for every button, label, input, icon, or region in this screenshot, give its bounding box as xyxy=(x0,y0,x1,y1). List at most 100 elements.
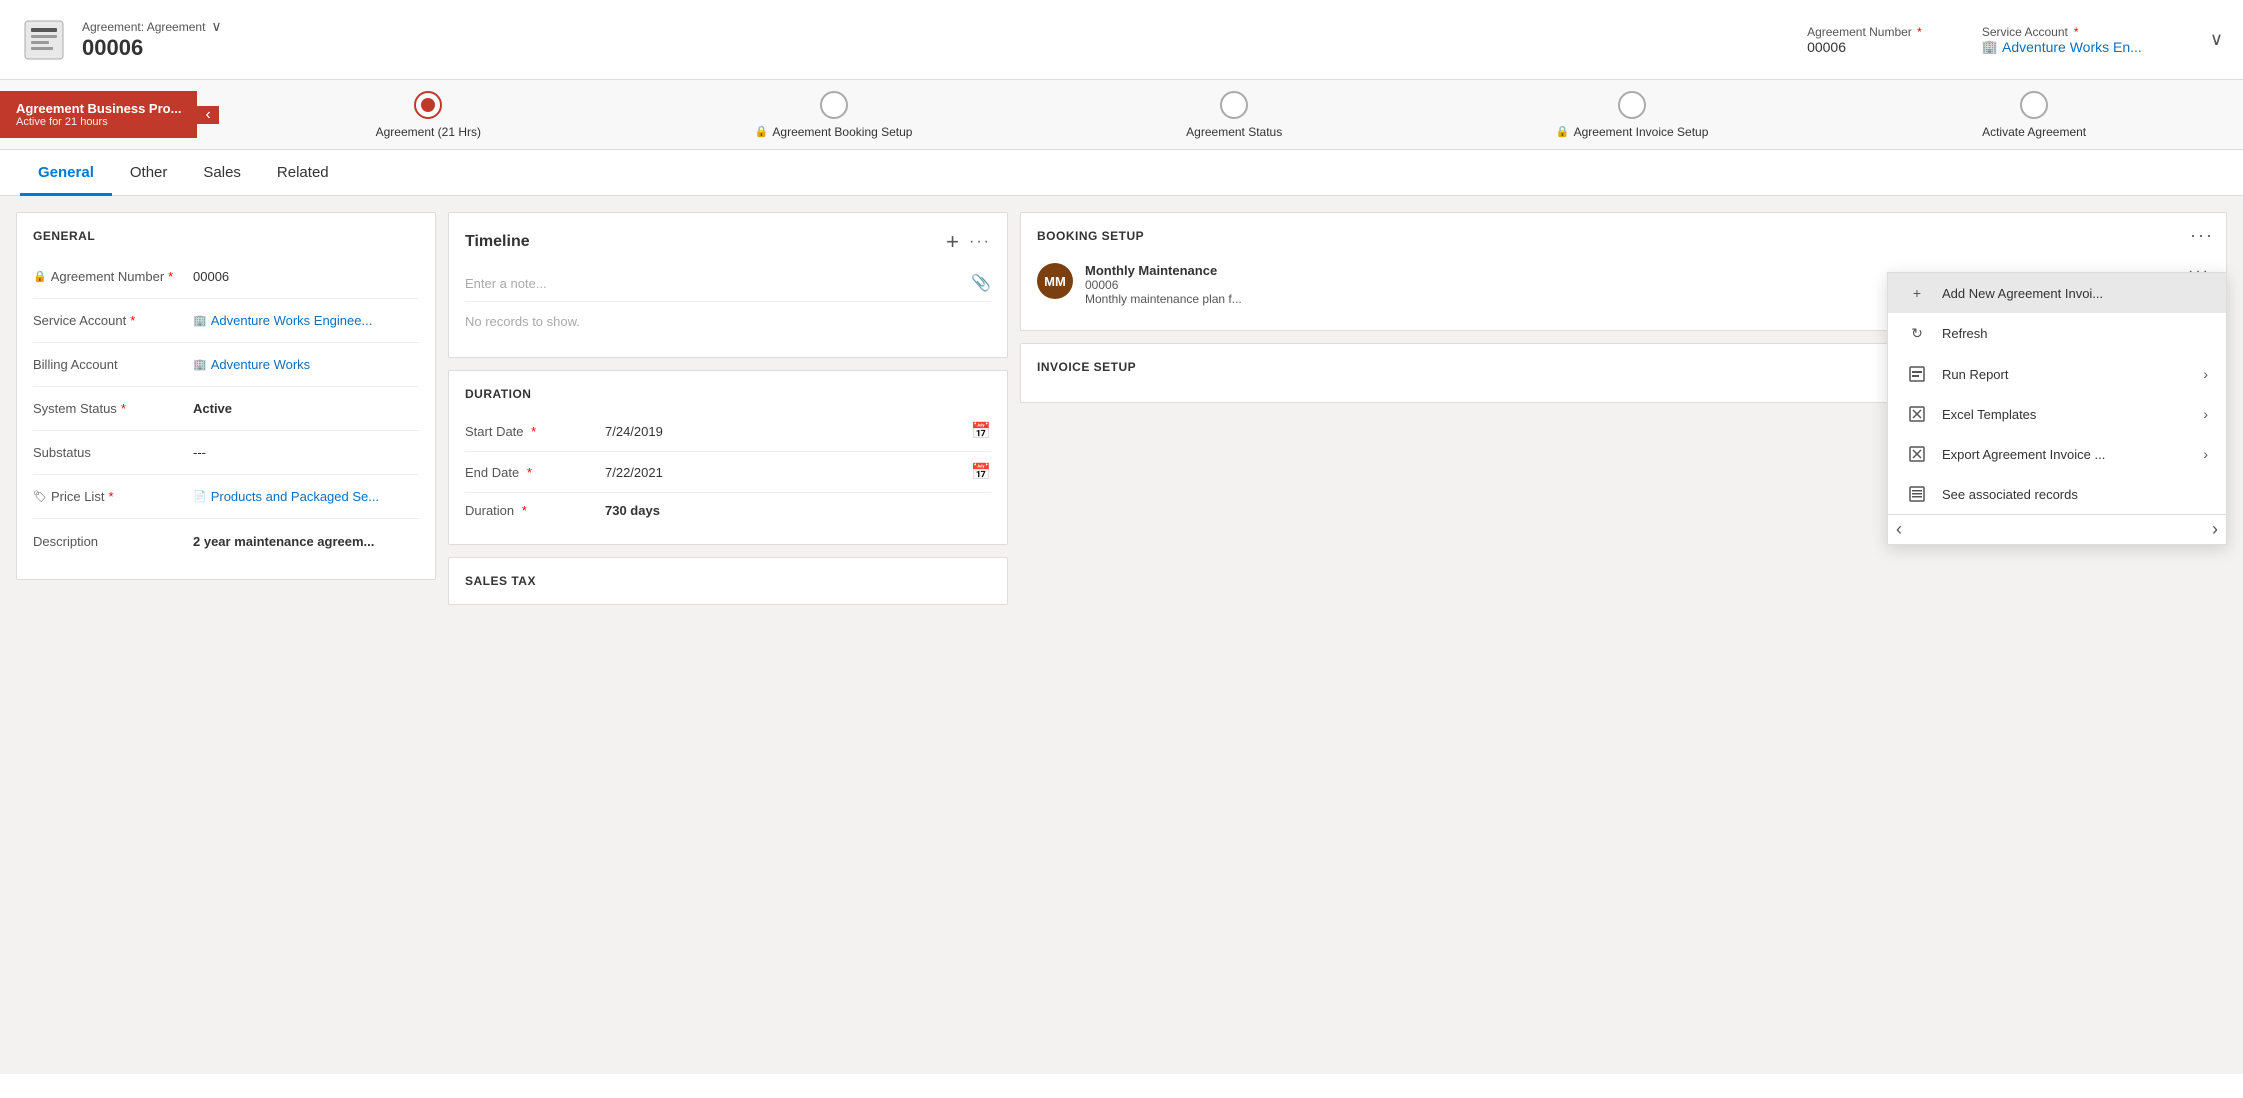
lock-icon-invoice: 🔒 xyxy=(1556,125,1570,138)
agreement-number-value: 00006 xyxy=(1807,39,1922,55)
stage-item-booking-setup[interactable]: 🔒 Agreement Booking Setup xyxy=(755,91,913,139)
field-value-billing-account[interactable]: 🏢 Adventure Works xyxy=(193,357,310,372)
booking-avatar: MM xyxy=(1037,263,1073,299)
stage-label-status: Agreement Status xyxy=(1186,125,1282,139)
field-value-price-list[interactable]: 📄 Products and Packaged Se... xyxy=(193,489,379,504)
duration-label-end: End Date * xyxy=(465,465,605,480)
field-row-system-status: System Status * Active xyxy=(33,387,419,431)
booking-setup-title: BOOKING SETUP xyxy=(1037,229,2210,243)
record-id: 00006 xyxy=(82,35,222,61)
stage-label-invoice-setup: 🔒 Agreement Invoice Setup xyxy=(1556,125,1708,139)
run-report-arrow: › xyxy=(2203,366,2208,382)
run-report-label: Run Report xyxy=(1942,367,2189,382)
tab-general[interactable]: General xyxy=(20,150,112,196)
timeline-add-button[interactable]: + xyxy=(946,229,959,255)
associated-records-icon xyxy=(1906,486,1928,502)
stage-item-activate[interactable]: Activate Agreement xyxy=(1982,91,2086,139)
doc-icon-price-list: 📄 xyxy=(193,490,207,503)
header-chevron-btn[interactable]: ∨ xyxy=(2202,29,2223,50)
field-value-service-account[interactable]: 🏢 Adventure Works Enginee... xyxy=(193,313,372,328)
field-value-substatus: --- xyxy=(193,445,206,460)
field-label-service-account: Service Account * xyxy=(33,313,193,328)
export-invoice-icon xyxy=(1906,446,1928,462)
duration-row-start-date: Start Date * 7/24/2019 📅 xyxy=(465,411,991,452)
stage-circle-status xyxy=(1220,91,1248,119)
booking-setup-menu-button[interactable]: ··· xyxy=(2190,225,2214,246)
field-row-agreement-number: 🔒 Agreement Number * 00006 xyxy=(33,255,419,299)
context-menu-export-invoice[interactable]: Export Agreement Invoice ... › xyxy=(1888,434,2226,474)
field-label-agreement-number: 🔒 Agreement Number * xyxy=(33,269,193,284)
export-invoice-arrow: › xyxy=(2203,446,2208,462)
field-value-system-status: Active xyxy=(193,401,232,416)
stage-bar: Agreement Business Pro... Active for 21 … xyxy=(0,80,2243,150)
general-card-title: GENERAL xyxy=(33,229,419,243)
record-type-chevron[interactable]: ∨ xyxy=(211,18,221,35)
timeline-placeholder[interactable]: Enter a note... xyxy=(465,276,547,291)
context-menu: + Add New Agreement Invoi... ↻ Refresh R… xyxy=(1887,272,2227,545)
see-associated-label: See associated records xyxy=(1942,487,2208,502)
scroll-right-button[interactable]: › xyxy=(2212,519,2218,540)
paperclip-icon[interactable]: 📎 xyxy=(971,273,991,293)
duration-label-start: Start Date * xyxy=(465,424,605,439)
tab-sales[interactable]: Sales xyxy=(185,150,259,196)
scroll-left-button[interactable]: ‹ xyxy=(1896,519,1902,540)
duration-card: DURATION Start Date * 7/24/2019 📅 End Da… xyxy=(448,370,1008,545)
stage-item-invoice-setup[interactable]: 🔒 Agreement Invoice Setup xyxy=(1556,91,1708,139)
duration-row-end-date: End Date * 7/22/2021 📅 xyxy=(465,452,991,493)
stage-label-agreement: Agreement (21 Hrs) xyxy=(376,125,481,139)
field-row-description: Description 2 year maintenance agreem... xyxy=(33,519,419,563)
tab-other[interactable]: Other xyxy=(112,150,186,196)
field-label-substatus: Substatus xyxy=(33,445,193,460)
field-label-system-status: System Status * xyxy=(33,401,193,416)
context-menu-add-invoice[interactable]: + Add New Agreement Invoi... xyxy=(1888,273,2226,313)
duration-title: DURATION xyxy=(465,387,991,401)
context-menu-run-report[interactable]: Run Report › xyxy=(1888,354,2226,394)
field-row-substatus: Substatus --- xyxy=(33,431,419,475)
field-label-description: Description xyxy=(33,534,193,549)
stage-circle-invoice-setup xyxy=(1618,91,1646,119)
service-account-label: Service Account * xyxy=(1982,25,2142,39)
context-menu-refresh[interactable]: ↻ Refresh xyxy=(1888,313,2226,354)
agreement-number-required: * xyxy=(1917,25,1922,39)
stage-active-label: Agreement Business Pro... Active for 21 … xyxy=(0,91,197,138)
add-invoice-icon: + xyxy=(1906,285,1928,301)
duration-value-days: 730 days xyxy=(605,503,991,518)
duration-label-days: Duration * xyxy=(465,503,605,518)
agreement-number-field: Agreement Number * 00006 xyxy=(1807,25,1922,55)
stage-item-agreement[interactable]: Agreement (21 Hrs) xyxy=(376,91,481,139)
timeline-title: Timeline xyxy=(465,233,530,251)
tab-related[interactable]: Related xyxy=(259,150,347,196)
timeline-empty-message: No records to show. xyxy=(465,302,991,341)
required-system-status: * xyxy=(121,401,126,416)
required-price-list: * xyxy=(108,489,113,504)
service-account-value[interactable]: 🏢 Adventure Works En... xyxy=(1982,39,2142,55)
required-service-account: * xyxy=(130,313,135,328)
field-value-description: 2 year maintenance agreem... xyxy=(193,534,374,549)
context-menu-see-associated[interactable]: See associated records xyxy=(1888,474,2226,514)
tab-bar: General Other Sales Related xyxy=(0,150,2243,196)
calendar-icon-end[interactable]: 📅 xyxy=(971,462,991,482)
general-card: GENERAL 🔒 Agreement Number * 00006 Servi… xyxy=(16,212,436,580)
export-invoice-label: Export Agreement Invoice ... xyxy=(1942,447,2189,462)
header-fields: Agreement Number * 00006 Service Account… xyxy=(1807,25,2223,55)
field-label-price-list: 🏷 Price List * xyxy=(33,489,193,504)
sales-tax-card: SALES TAX xyxy=(448,557,1008,605)
service-account-field: Service Account * 🏢 Adventure Works En..… xyxy=(1982,25,2142,55)
excel-templates-label: Excel Templates xyxy=(1942,407,2189,422)
context-menu-excel-templates[interactable]: Excel Templates › xyxy=(1888,394,2226,434)
stage-active-name: Agreement Business Pro... xyxy=(16,101,181,116)
record-type-label: Agreement: Agreement ∨ xyxy=(82,18,222,35)
stage-circle-agreement xyxy=(414,91,442,119)
calendar-icon-start[interactable]: 📅 xyxy=(971,421,991,441)
stage-label-activate: Activate Agreement xyxy=(1982,125,2086,139)
stage-item-status[interactable]: Agreement Status xyxy=(1186,91,1282,139)
stage-collapse-button[interactable]: ‹ xyxy=(197,106,218,124)
run-report-icon xyxy=(1906,366,1928,382)
header: Agreement: Agreement ∨ 00006 Agreement N… xyxy=(0,0,2243,80)
timeline-header: Timeline + ··· xyxy=(465,229,991,255)
add-invoice-label: Add New Agreement Invoi... xyxy=(1942,286,2208,301)
header-title-group: Agreement: Agreement ∨ 00006 xyxy=(82,18,222,61)
field-row-price-list: 🏷 Price List * 📄 Products and Packaged S… xyxy=(33,475,419,519)
timeline-more-button[interactable]: ··· xyxy=(969,229,991,255)
lock-icon-agreement-number: 🔒 xyxy=(33,270,47,283)
